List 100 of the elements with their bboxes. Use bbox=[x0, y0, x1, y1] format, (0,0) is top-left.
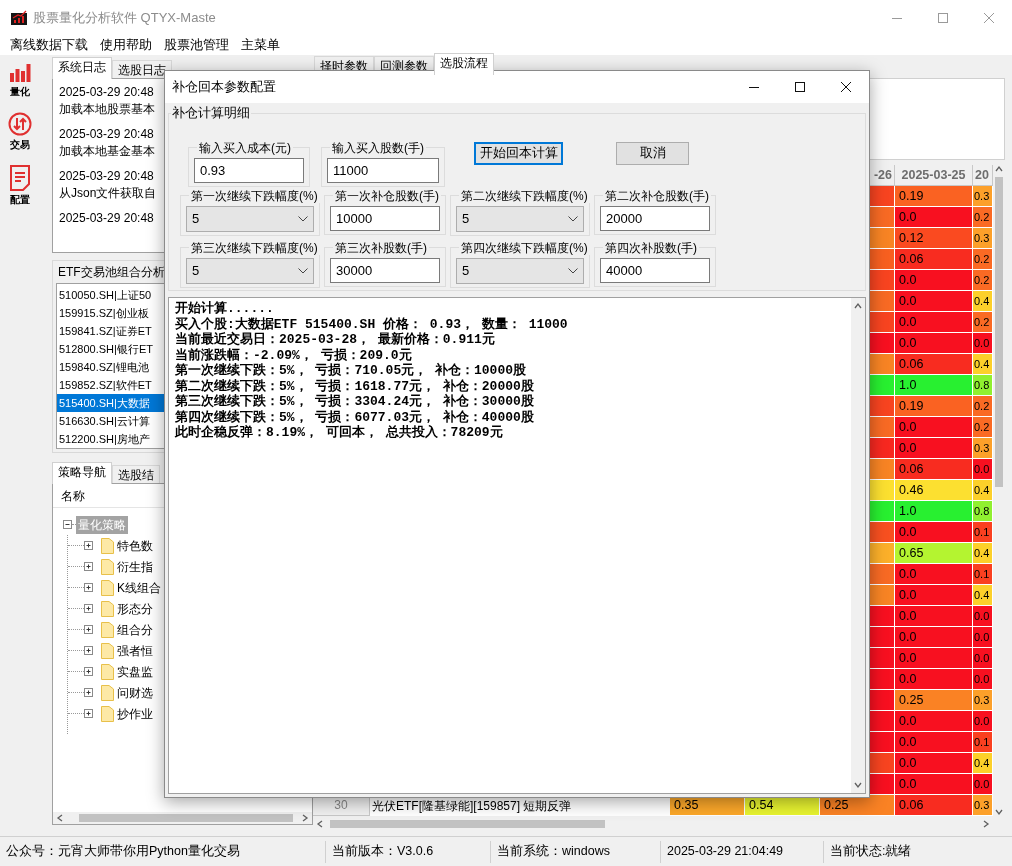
expand-icon[interactable] bbox=[84, 625, 93, 634]
dropdown[interactable]: 5 bbox=[186, 206, 314, 232]
heatmap-cell: 0.2 bbox=[973, 396, 993, 417]
dropdown[interactable]: 5 bbox=[456, 258, 584, 284]
tree-item[interactable]: 特色数 bbox=[114, 536, 153, 555]
chevron-down-icon[interactable] bbox=[298, 216, 308, 222]
expand-icon[interactable] bbox=[84, 604, 93, 613]
tab[interactable]: 策略导航 bbox=[52, 462, 112, 484]
menu-item[interactable]: 离线数据下载 bbox=[6, 36, 92, 54]
heatmap-cell: 0.0 bbox=[895, 417, 973, 438]
scroll-right-icon[interactable] bbox=[301, 814, 309, 822]
dropdown[interactable]: 5 bbox=[456, 206, 584, 232]
chevron-down-icon[interactable] bbox=[298, 268, 308, 274]
input-field[interactable]: 40000 bbox=[600, 258, 710, 283]
log-time: 2025-03-29 20:48 bbox=[59, 210, 154, 227]
heatmap-cell: 0.3 bbox=[973, 186, 993, 207]
expand-icon[interactable] bbox=[84, 541, 93, 550]
tree-item[interactable]: 衍生指 bbox=[114, 557, 153, 576]
up-down-arrows-icon[interactable] bbox=[8, 112, 32, 136]
menu-item[interactable]: 主菜单 bbox=[237, 36, 284, 54]
heatmap-cell: 0.1 bbox=[973, 732, 993, 753]
folder-icon bbox=[101, 537, 114, 554]
field-label: 第二次继续下跌幅度(%) bbox=[459, 189, 590, 203]
heatmap-cell: 0.0 bbox=[973, 459, 993, 480]
heatmap-cell: 0.0 bbox=[895, 522, 973, 543]
dropdown[interactable]: 5 bbox=[186, 258, 314, 284]
heatmap-cell: 0.4 bbox=[973, 543, 993, 564]
heatmap-cell: 0.4 bbox=[973, 480, 993, 501]
tree-item[interactable]: 问财选 bbox=[114, 683, 153, 702]
sidebar-label[interactable]: 交易 bbox=[10, 139, 30, 151]
document-icon[interactable] bbox=[10, 165, 30, 191]
horizontal-scrollbar[interactable] bbox=[53, 812, 312, 824]
expand-icon[interactable] bbox=[84, 709, 93, 718]
heatmap-cell: 0.0 bbox=[973, 627, 993, 648]
heatmap-cell: 0.0 bbox=[973, 606, 993, 627]
result-line: 此时企稳反弹：8.19%， 可回本， 总共投入：78209元 bbox=[175, 425, 503, 441]
input-field[interactable]: 10000 bbox=[330, 206, 440, 231]
heatmap-cell: 0.1 bbox=[973, 564, 993, 585]
input-field[interactable]: 30000 bbox=[330, 258, 440, 283]
expand-icon[interactable] bbox=[84, 646, 93, 655]
input-field[interactable]: 11000 bbox=[327, 158, 439, 183]
close-icon[interactable] bbox=[841, 82, 851, 92]
heatmap-cell: 0.4 bbox=[973, 585, 993, 606]
result-line: 第一次继续下跌：5%， 亏损：710.05元， 补仓：10000股 bbox=[175, 363, 527, 379]
heatmap-cell: 0.3 bbox=[973, 795, 993, 816]
maximize-icon[interactable] bbox=[795, 82, 805, 92]
scrollbar-thumb[interactable] bbox=[995, 177, 1003, 487]
field-label: 第四次补股数(手) bbox=[603, 241, 699, 255]
expand-icon[interactable] bbox=[84, 667, 93, 676]
scroll-up-icon[interactable] bbox=[995, 165, 1003, 173]
tree-item[interactable]: 抄作业 bbox=[114, 704, 153, 723]
sidebar-label[interactable]: 配置 bbox=[10, 194, 30, 206]
field-label: 第三次补股数(手) bbox=[333, 241, 429, 255]
button[interactable]: 取消 bbox=[616, 142, 689, 165]
expand-icon[interactable] bbox=[84, 688, 93, 697]
tab[interactable]: 系统日志 bbox=[52, 57, 112, 79]
heatmap-cell: 1.0 bbox=[895, 501, 973, 522]
input-field[interactable]: 0.93 bbox=[194, 158, 304, 183]
heatmap-cell: 0.0 bbox=[895, 711, 973, 732]
heatmap-cell: 0.0 bbox=[973, 333, 993, 354]
expand-icon[interactable] bbox=[84, 583, 93, 592]
tree-item[interactable]: 强者恒 bbox=[114, 641, 153, 660]
chevron-down-icon[interactable] bbox=[568, 216, 578, 222]
scroll-right-icon[interactable] bbox=[982, 820, 990, 828]
heatmap-cell: 0.0 bbox=[895, 438, 973, 459]
scroll-up-icon[interactable] bbox=[854, 302, 862, 310]
log-time: 2025-03-29 20:48 bbox=[59, 126, 154, 143]
scrollbar-thumb[interactable] bbox=[79, 814, 293, 822]
heatmap-cell: 0.0 bbox=[973, 711, 993, 732]
status-text: 公众号：元宵大师带你用Python量化交易 bbox=[6, 843, 240, 861]
input-field[interactable]: 20000 bbox=[600, 206, 710, 231]
tree-item[interactable]: 组合分 bbox=[114, 620, 153, 639]
menu-item[interactable]: 股票池管理 bbox=[160, 36, 233, 54]
tree-item[interactable]: K线组合 bbox=[114, 578, 161, 597]
status-text: 当前版本：V3.0.6 bbox=[332, 843, 434, 861]
log-message: 加载本地基金基本 bbox=[59, 143, 155, 160]
vertical-scrollbar[interactable] bbox=[993, 165, 1005, 816]
scroll-left-icon[interactable] bbox=[316, 820, 324, 828]
collapse-icon[interactable] bbox=[63, 520, 72, 529]
scroll-left-icon[interactable] bbox=[56, 814, 64, 822]
sidebar-label[interactable]: 量化 bbox=[10, 86, 30, 98]
result-line: 当前涨跌幅：-2.09%， 亏损：209.0元 bbox=[175, 347, 412, 363]
folder-icon bbox=[101, 663, 114, 680]
folder-icon bbox=[101, 621, 114, 638]
scroll-down-icon[interactable] bbox=[995, 808, 1003, 816]
tree-item[interactable]: 形态分 bbox=[114, 599, 153, 618]
button[interactable]: 开始回本计算 bbox=[474, 142, 563, 165]
vertical-scrollbar[interactable] bbox=[851, 298, 865, 793]
column-header: 2025-03-25 bbox=[901, 166, 966, 184]
menu-item[interactable]: 使用帮助 bbox=[96, 36, 156, 54]
chevron-down-icon[interactable] bbox=[568, 268, 578, 274]
tab[interactable]: 选股流程 bbox=[434, 53, 494, 75]
heatmap-cell: 0.0 bbox=[895, 333, 973, 354]
scrollbar-thumb[interactable] bbox=[330, 820, 605, 828]
bar-chart-icon[interactable] bbox=[9, 63, 31, 83]
heatmap-cell: 0.0 bbox=[895, 291, 973, 312]
heatmap-cell: 0.3 bbox=[973, 438, 993, 459]
tree-item[interactable]: 实盘监 bbox=[114, 662, 153, 681]
scroll-down-icon[interactable] bbox=[854, 781, 862, 789]
expand-icon[interactable] bbox=[84, 562, 93, 571]
